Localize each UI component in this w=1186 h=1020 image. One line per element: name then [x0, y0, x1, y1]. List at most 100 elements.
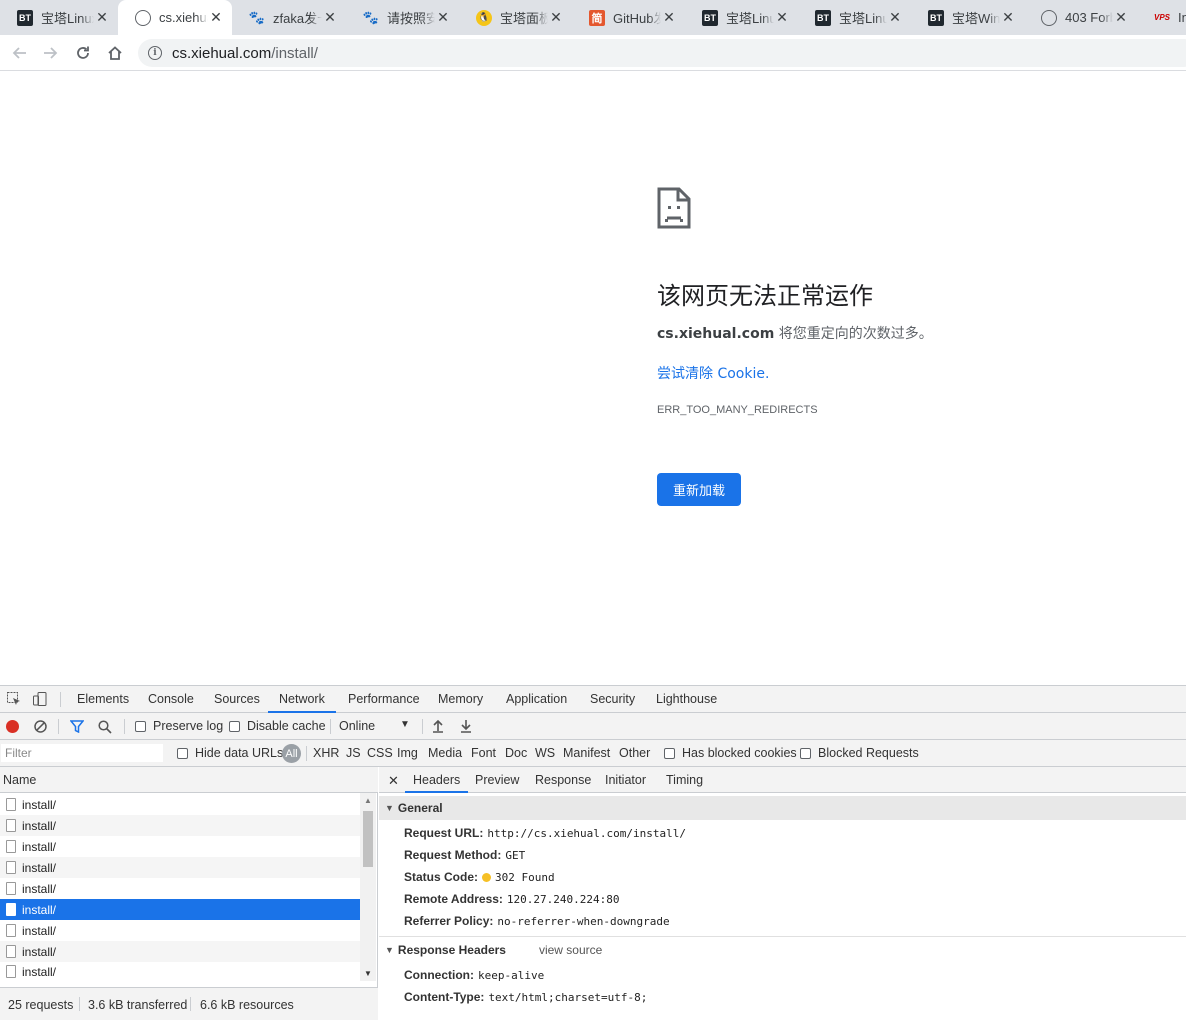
close-icon[interactable]: ✕ [322, 9, 338, 26]
details-tab-response[interactable]: Response [535, 767, 591, 793]
details-tab-headers[interactable]: Headers [405, 767, 469, 793]
devtools-tab-network[interactable]: Network [268, 686, 336, 713]
tab-cs-xiehual[interactable]: cs.xiehual.com ✕ [118, 0, 232, 35]
type-filter-css[interactable]: CSS [367, 746, 393, 760]
type-filter-js[interactable]: JS [346, 746, 361, 760]
throttling-select[interactable]: Online [339, 719, 375, 733]
reload-button[interactable]: 重新加载 [657, 473, 741, 506]
details-tab-initiator[interactable]: Initiator [605, 767, 646, 793]
request-row-selected[interactable]: install/ [0, 899, 360, 920]
type-filter-other[interactable]: Other [619, 746, 650, 760]
clear-icon[interactable] [34, 720, 47, 733]
request-row[interactable]: install/ [0, 857, 360, 878]
tab-vps[interactable]: VPS Inn [1137, 0, 1186, 35]
devtools-tab-sources[interactable]: Sources [214, 686, 260, 713]
import-har-icon[interactable] [432, 719, 444, 733]
scrollbar-thumb[interactable] [363, 811, 373, 867]
bt-icon: BT [17, 9, 33, 26]
tab-bt-windows[interactable]: BT 宝塔Windows面板 ✕ [911, 0, 1024, 35]
close-icon[interactable]: ✕ [661, 9, 677, 26]
search-icon[interactable] [98, 720, 112, 734]
scroll-down-icon[interactable]: ▼ [364, 969, 372, 978]
type-filter-font[interactable]: Font [471, 746, 496, 760]
error-title: 该网页无法正常运作 [657, 282, 873, 310]
request-row[interactable]: install/ [0, 962, 360, 981]
devtools-tab-application[interactable]: Application [506, 686, 567, 713]
document-icon [6, 945, 16, 958]
export-har-icon[interactable] [460, 719, 472, 733]
tab-bt-linux-1[interactable]: BT 宝塔Linux面板 ✕ [0, 0, 118, 35]
type-filter-ws[interactable]: WS [535, 746, 555, 760]
divider [330, 719, 331, 734]
close-icon[interactable]: ✕ [1000, 9, 1016, 26]
tab-title: 宝塔Linux面板 [726, 11, 774, 26]
type-filter-manifest[interactable]: Manifest [563, 746, 610, 760]
inspect-element-icon[interactable] [6, 691, 22, 707]
chevron-down-icon[interactable]: ▼ [400, 719, 410, 730]
device-toolbar-icon[interactable] [32, 691, 48, 707]
home-icon[interactable] [101, 39, 129, 67]
filter-input[interactable]: Filter [0, 743, 164, 763]
close-icon[interactable]: ✕ [435, 9, 451, 26]
tab-zfaka[interactable]: 🐾 zfaka发卡 ✕ [232, 0, 346, 35]
general-section-header[interactable]: ▼ General [379, 796, 1186, 820]
request-row[interactable]: install/ [0, 794, 360, 815]
back-arrow-icon[interactable] [5, 39, 33, 67]
details-tab-timing[interactable]: Timing [666, 767, 703, 793]
response-headers-section-header[interactable]: ▼ Response Headers view source [379, 938, 1186, 962]
request-row[interactable]: install/ [0, 941, 360, 962]
disable-cache-checkbox[interactable] [229, 721, 240, 732]
request-row[interactable]: install/ [0, 878, 360, 899]
close-icon[interactable]: ✕ [887, 9, 903, 26]
blocked-requests-checkbox[interactable] [800, 748, 811, 759]
details-tab-preview[interactable]: Preview [475, 767, 519, 793]
type-filter-xhr[interactable]: XHR [313, 746, 339, 760]
tab-install-guide[interactable]: 🐾 请按照安装 ✕ [346, 0, 459, 35]
type-filter-media[interactable]: Media [428, 746, 462, 760]
devtools-tab-lighthouse[interactable]: Lighthouse [656, 686, 717, 713]
devtools-tab-memory[interactable]: Memory [438, 686, 483, 713]
forward-arrow-icon[interactable] [37, 39, 65, 67]
devtools-tab-security[interactable]: Security [590, 686, 635, 713]
record-icon[interactable] [6, 720, 19, 733]
section-title: Response Headers [397, 943, 506, 957]
close-icon[interactable]: ✕ [94, 9, 110, 26]
info-icon[interactable]: i [148, 46, 162, 60]
devtools-tab-performance[interactable]: Performance [348, 686, 420, 713]
tab-github[interactable]: 简 GitHub发布 ✕ [572, 0, 685, 35]
tab-title: 宝塔Linux面板 [839, 11, 887, 26]
type-filter-img[interactable]: Img [397, 746, 418, 760]
type-filter-doc[interactable]: Doc [505, 746, 527, 760]
clear-cookie-link[interactable]: 尝试清除 Cookie. [657, 363, 769, 383]
general-referrer-policy: Referrer Policy: no-referrer-when-downgra… [404, 914, 670, 928]
close-icon[interactable]: ✕ [774, 9, 790, 26]
filter-icon[interactable] [70, 720, 84, 733]
document-icon [6, 798, 16, 811]
devtools-tab-console[interactable]: Console [148, 686, 194, 713]
response-header-content-type: Content-Type: text/html;charset=utf-8; [404, 990, 648, 1004]
error-code: ERR_TOO_MANY_REDIRECTS [657, 404, 818, 416]
close-icon[interactable]: ✕ [1113, 9, 1129, 26]
request-row[interactable]: install/ [0, 920, 360, 941]
scroll-up-icon[interactable]: ▲ [364, 796, 372, 805]
has-blocked-cookies-checkbox[interactable] [664, 748, 675, 759]
close-icon[interactable]: ✕ [388, 773, 399, 789]
close-icon[interactable]: ✕ [208, 9, 224, 26]
tab-403[interactable]: 403 Forbidden ✕ [1024, 0, 1137, 35]
request-row[interactable]: install/ [0, 815, 360, 836]
close-icon[interactable]: ✕ [548, 9, 564, 26]
tab-bt-linux-2[interactable]: BT 宝塔Linux面板 ✕ [685, 0, 798, 35]
tab-bt-linux-3[interactable]: BT 宝塔Linux面板 ✕ [798, 0, 911, 35]
column-name[interactable]: Name [3, 773, 36, 787]
type-filter-all[interactable]: All [282, 744, 301, 763]
devtools-tab-elements[interactable]: Elements [77, 686, 129, 713]
request-row[interactable]: install/ [0, 836, 360, 857]
preserve-log-checkbox[interactable] [135, 721, 146, 732]
error-message: 将您重定向的次数过多。 [774, 326, 933, 342]
reload-icon[interactable] [69, 39, 97, 67]
view-source-link[interactable]: view source [539, 943, 602, 957]
hide-data-urls-checkbox[interactable] [177, 748, 188, 759]
address-bar[interactable]: i cs.xiehual.com/install/ [138, 39, 1186, 67]
tab-bt-panel[interactable]: 🐧 宝塔面板 ✕ [459, 0, 572, 35]
document-icon [6, 882, 16, 895]
